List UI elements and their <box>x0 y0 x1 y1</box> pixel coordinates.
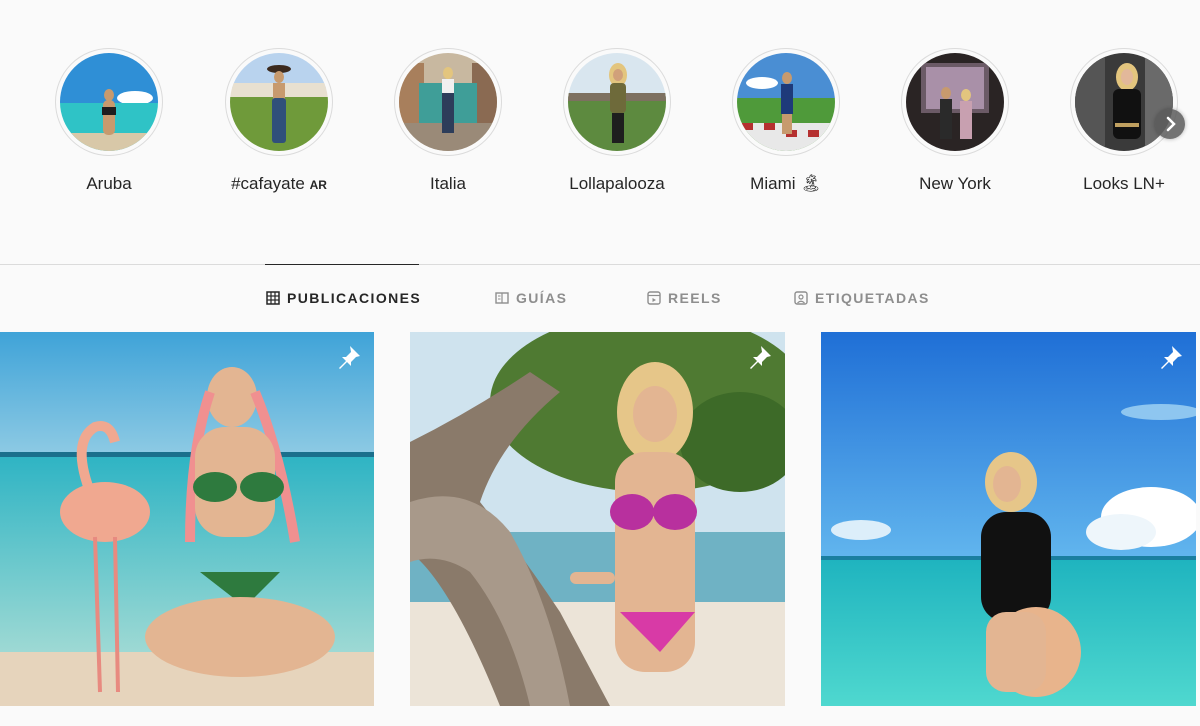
highlight-new-york[interactable]: New York <box>885 48 1025 194</box>
country-badge: AR <box>309 178 327 192</box>
tab-reels[interactable]: REELS <box>647 290 722 306</box>
highlight-ring <box>1070 48 1178 156</box>
pin-icon <box>750 346 771 369</box>
story-highlights: Aruba #cafayate AR Italia Lollapalooza M… <box>0 0 1200 264</box>
highlight-ring <box>394 48 502 156</box>
pin-icon <box>339 346 360 369</box>
guide-icon <box>495 292 509 304</box>
highlight-label: Italia <box>430 174 466 193</box>
highlight-thumbnail <box>60 53 158 151</box>
highlight-cafayate[interactable]: #cafayate AR <box>209 48 349 194</box>
chevron-right-icon <box>1166 116 1176 132</box>
highlight-ring <box>563 48 671 156</box>
highlight-thumbnail <box>399 53 497 151</box>
tab-label: GUÍAS <box>516 290 568 306</box>
highlight-thumbnail <box>737 53 835 151</box>
tagged-icon <box>794 291 808 305</box>
tabs-divider <box>0 264 1200 265</box>
post-image <box>410 332 785 706</box>
highlight-thumbnail <box>568 53 666 151</box>
tab-label: ETIQUETADAS <box>815 290 930 306</box>
highlight-ring <box>732 48 840 156</box>
highlight-label: Looks LN+ <box>1083 174 1165 193</box>
highlight-label: Aruba <box>86 174 132 193</box>
highlight-label: #cafayate AR <box>231 174 327 193</box>
highlight-thumbnail <box>906 53 1004 151</box>
highlight-aruba[interactable]: Aruba <box>39 48 179 194</box>
active-tab-indicator <box>265 264 419 265</box>
post-image <box>0 332 374 706</box>
reels-icon <box>647 291 661 305</box>
highlight-italia[interactable]: Italia <box>378 48 518 194</box>
pin-icon <box>1161 346 1182 369</box>
tab-label: PUBLICACIONES <box>287 290 422 306</box>
highlight-ring <box>901 48 1009 156</box>
highlight-miami[interactable]: Miami 🏝 <box>716 48 856 194</box>
tab-guias[interactable]: GUÍAS <box>495 290 567 306</box>
post-thumbnail[interactable] <box>0 332 374 706</box>
highlight-label: Lollapalooza <box>569 174 665 193</box>
tab-label: REELS <box>668 290 722 306</box>
post-image <box>821 332 1196 706</box>
highlight-ring <box>225 48 333 156</box>
post-thumbnail[interactable] <box>410 332 785 706</box>
highlight-label: New York <box>919 174 991 193</box>
next-highlights-button[interactable] <box>1155 109 1185 139</box>
tab-publicaciones[interactable]: PUBLICACIONES <box>266 290 421 306</box>
highlight-ring <box>55 48 163 156</box>
tab-etiquetadas[interactable]: ETIQUETADAS <box>794 290 930 306</box>
grid-icon <box>266 291 280 305</box>
highlight-label: Miami 🏝 <box>750 174 822 193</box>
post-thumbnail[interactable] <box>821 332 1196 706</box>
highlight-thumbnail <box>230 53 328 151</box>
highlight-lollapalooza[interactable]: Lollapalooza <box>547 48 687 194</box>
